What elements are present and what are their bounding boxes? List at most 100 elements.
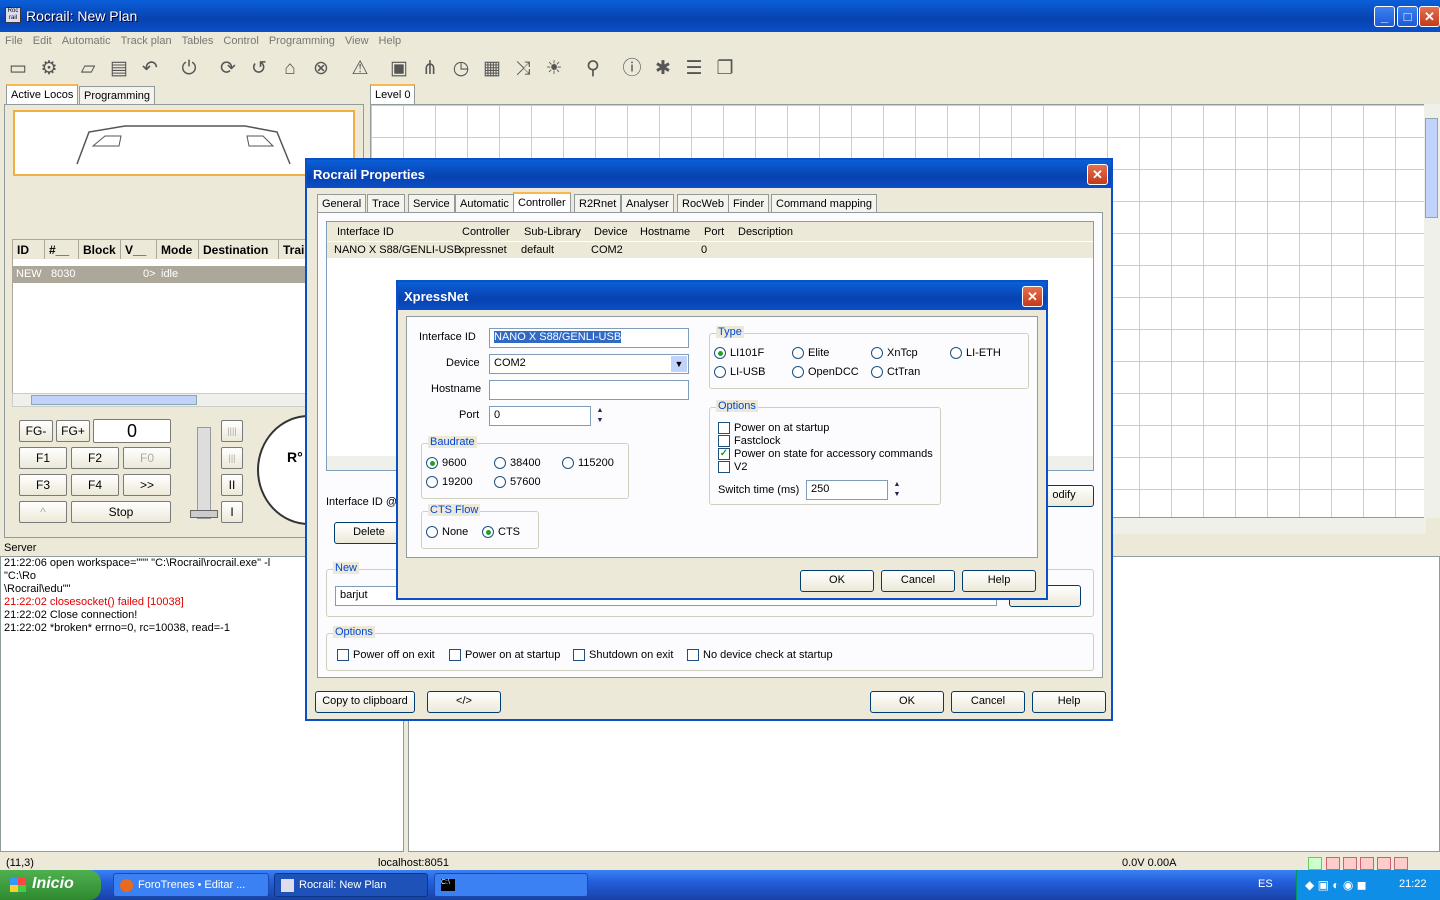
xpressnet-close-button[interactable]: ✕ — [1022, 286, 1043, 307]
more-functions-button[interactable]: >> — [123, 474, 171, 496]
list-icon[interactable]: ☰ — [681, 56, 707, 82]
tab-level-0[interactable]: Level 0 — [370, 84, 416, 104]
baud-38400-radio[interactable]: 38400 — [494, 457, 541, 469]
tab-active-locos[interactable]: Active Locos — [6, 84, 79, 104]
warning-icon[interactable]: ⚠ — [347, 56, 373, 82]
locomotive-icon[interactable]: ▣ — [386, 56, 412, 82]
maximize-button[interactable]: □ — [1397, 6, 1418, 27]
col-controller[interactable]: Controller — [462, 226, 510, 238]
col-description[interactable]: Description — [738, 226, 793, 238]
fastclock-checkbox[interactable]: Fastclock — [718, 435, 780, 447]
info-icon[interactable]: ⓘ — [619, 56, 645, 82]
power-on-state-checkbox[interactable]: ✓ Power on state for accessory commands — [718, 448, 933, 460]
tab-analyser[interactable]: Analyser — [621, 194, 674, 212]
baud-9600-radio[interactable]: 9600 — [426, 457, 466, 469]
folder-icon[interactable]: ▱ — [75, 56, 101, 82]
col-destination[interactable]: Destination — [199, 240, 279, 259]
server-icon[interactable]: ▭ — [5, 56, 31, 82]
bar-button-1[interactable]: |||| — [221, 420, 243, 442]
tray-icons[interactable]: ◆ ▣ ◐ ◉ ◼ — [1305, 878, 1367, 892]
tab-rocweb[interactable]: RocWeb — [677, 194, 729, 212]
type-li101f-radio[interactable]: LI101F — [714, 347, 764, 359]
tab-general[interactable]: General — [317, 194, 367, 212]
f0-button[interactable]: F0 — [123, 447, 171, 469]
hostname-input[interactable] — [489, 380, 689, 400]
menu-tables[interactable]: Tables — [177, 32, 219, 50]
tab-finder[interactable]: Finder — [728, 194, 770, 212]
type-li-usb-radio[interactable]: LI-USB — [714, 366, 765, 378]
power-off-on-exit-checkbox[interactable]: Power off on exit — [337, 649, 435, 661]
undo-icon[interactable]: ↶ — [137, 56, 163, 82]
pause-button[interactable]: II — [221, 474, 243, 496]
power-on-at-startup-checkbox[interactable]: Power on at startup — [449, 649, 560, 661]
horizontal-scrollbar[interactable] — [12, 393, 312, 407]
task-console[interactable]: C:\ — [434, 873, 588, 897]
sync-icon[interactable]: ⟳ — [215, 56, 241, 82]
switch-icon[interactable]: ⋔ — [417, 56, 443, 82]
menu-file[interactable]: File — [0, 32, 28, 50]
properties-cancel-button[interactable]: Cancel — [951, 691, 1025, 713]
menu-programming[interactable]: Programming — [264, 32, 340, 50]
tab-programming[interactable]: Programming — [79, 86, 156, 104]
tab-automatic[interactable]: Automatic — [455, 194, 514, 212]
clock-icon[interactable]: ◷ — [448, 56, 474, 82]
col-v[interactable]: V__ — [121, 240, 157, 259]
scroll-thumb[interactable] — [31, 395, 197, 405]
tab-command-mapping[interactable]: Command mapping — [771, 194, 877, 212]
baud-57600-radio[interactable]: 57600 — [494, 476, 541, 488]
table-row[interactable]: NEW 8030 0> idle — [13, 266, 313, 283]
table-row[interactable]: NANO X S88/GENLI-USB xpressnet default C… — [327, 242, 1093, 258]
home-icon[interactable]: ⌂ — [277, 56, 303, 82]
properties-close-button[interactable]: ✕ — [1087, 164, 1108, 185]
list2-icon[interactable]: ❐ — [712, 56, 738, 82]
baud-115200-radio[interactable]: 115200 — [562, 457, 614, 469]
properties-help-button[interactable]: Help — [1032, 691, 1106, 713]
delete-button[interactable]: Delete — [334, 522, 404, 544]
type-opendcc-radio[interactable]: OpenDCC — [792, 366, 859, 378]
power-icon[interactable]: ⏻ — [176, 56, 202, 82]
col-hostname[interactable]: Hostname — [640, 226, 690, 238]
shuffle-icon[interactable]: ⤨ — [510, 56, 536, 82]
speed-slider[interactable] — [190, 427, 218, 519]
type-li-eth-radio[interactable]: LI-ETH — [950, 347, 1001, 359]
task-rocrail[interactable]: Rocrail: New Plan — [274, 873, 428, 897]
chevron-down-icon[interactable]: ▼ — [671, 356, 687, 372]
device-select[interactable]: COM2 ▼ — [489, 354, 689, 374]
v2-checkbox[interactable]: V2 — [718, 461, 747, 473]
properties-ok-button[interactable]: OK — [870, 691, 944, 713]
type-xntcp-radio[interactable]: XnTcp — [871, 347, 918, 359]
tab-controller[interactable]: Controller — [513, 192, 571, 212]
shutdown-on-exit-checkbox[interactable]: Shutdown on exit — [573, 649, 673, 661]
save-icon[interactable]: ▤ — [106, 56, 132, 82]
col-block[interactable]: Block — [79, 240, 121, 259]
tab-service[interactable]: Service — [408, 194, 455, 212]
xpressnet-cancel-button[interactable]: Cancel — [881, 570, 955, 592]
gear-icon[interactable]: ⚙ — [36, 56, 62, 82]
tab-r2rnet[interactable]: R2Rnet — [574, 194, 622, 212]
col-port[interactable]: Port — [704, 226, 724, 238]
f3-button[interactable]: F3 — [19, 474, 67, 496]
xpressnet-ok-button[interactable]: OK — [800, 570, 874, 592]
f1-button[interactable]: F1 — [19, 447, 67, 469]
language-indicator[interactable]: ES — [1258, 878, 1273, 890]
bug-icon[interactable]: ✱ — [650, 56, 676, 82]
plan-vertical-scrollbar[interactable] — [1424, 104, 1440, 518]
port-spinner-icon[interactable]: ▲ ▼ — [593, 406, 607, 426]
f4-button[interactable]: F4 — [71, 474, 119, 496]
light-icon[interactable]: ☀ — [541, 56, 567, 82]
stop-icon[interactable]: ⊗ — [308, 56, 334, 82]
col-interface-id[interactable]: Interface ID — [337, 226, 394, 238]
copy-to-clipboard-button[interactable]: Copy to clipboard — [315, 691, 415, 713]
menu-edit[interactable]: Edit — [28, 32, 57, 50]
zoom-icon[interactable]: ⚲ — [580, 56, 606, 82]
fg-minus-button[interactable]: FG- — [19, 420, 53, 442]
bar-button-2[interactable]: ||| — [221, 447, 243, 469]
close-button[interactable]: ✕ — [1419, 6, 1440, 27]
menu-track-plan[interactable]: Track plan — [116, 32, 177, 50]
menu-view[interactable]: View — [340, 32, 374, 50]
slider-thumb[interactable] — [190, 510, 218, 518]
cts-none-radio[interactable]: None — [426, 526, 468, 538]
up-button[interactable]: ^ — [19, 501, 67, 523]
power-on-startup-checkbox[interactable]: Power on at startup — [718, 422, 829, 434]
col-number[interactable]: #__ — [45, 240, 79, 259]
